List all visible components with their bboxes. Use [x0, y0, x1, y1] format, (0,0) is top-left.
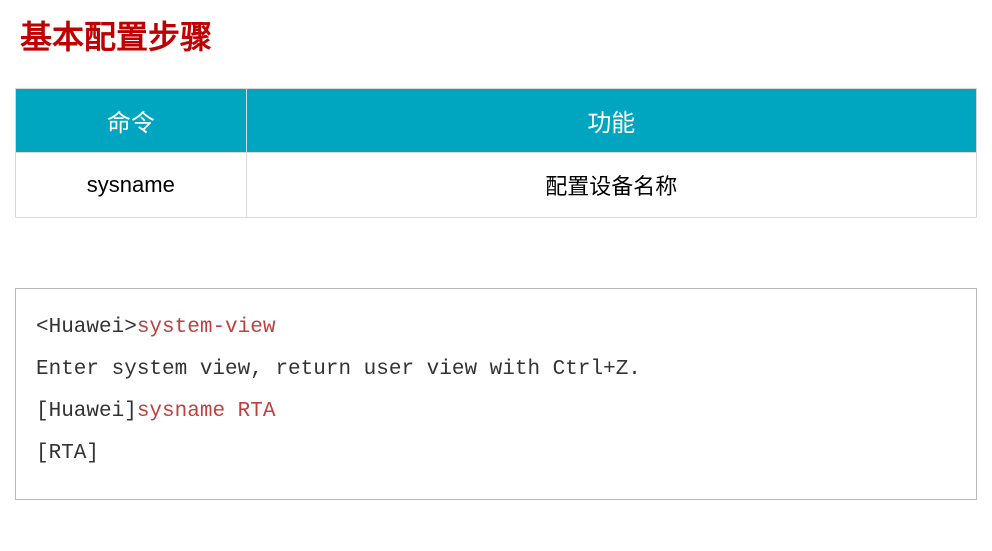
terminal-line: <Huawei>system-view [36, 307, 956, 349]
table-header-function: 功能 [246, 89, 976, 153]
terminal-line: [Huawei]sysname RTA [36, 391, 956, 433]
terminal-prompt: <Huawei> [36, 316, 137, 339]
page-title: 基本配置步骤 [0, 0, 992, 88]
table-header-command: 命令 [16, 89, 247, 153]
terminal-wrapper: <Huawei>system-view Enter system view, r… [0, 218, 992, 500]
table-cell-function: 配置设备名称 [246, 153, 976, 218]
terminal-output: <Huawei>system-view Enter system view, r… [15, 288, 977, 500]
terminal-text: Enter system view, return user view with… [36, 358, 641, 381]
table-row: sysname 配置设备名称 [16, 153, 977, 218]
terminal-prompt: [Huawei] [36, 400, 137, 423]
terminal-command: system-view [137, 316, 276, 339]
command-table: 命令 功能 sysname 配置设备名称 [15, 88, 977, 218]
command-table-wrapper: 命令 功能 sysname 配置设备名称 [0, 88, 992, 218]
terminal-command: sysname RTA [137, 400, 276, 423]
terminal-prompt: [RTA] [36, 442, 99, 465]
table-cell-command: sysname [16, 153, 247, 218]
terminal-line: [RTA] [36, 433, 956, 475]
terminal-line: Enter system view, return user view with… [36, 349, 956, 391]
